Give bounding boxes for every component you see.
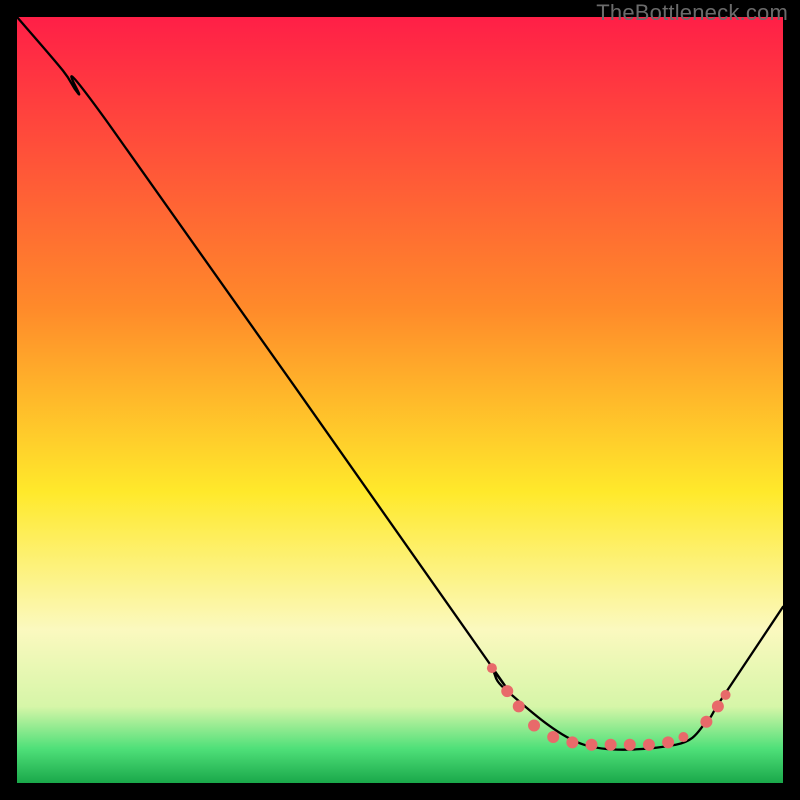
marker-point bbox=[566, 736, 578, 748]
curve-layer bbox=[17, 17, 783, 783]
chart-stage: TheBottleneck.com bbox=[0, 0, 800, 800]
marker-point bbox=[721, 690, 731, 700]
marker-point bbox=[678, 732, 688, 742]
marker-point bbox=[662, 736, 674, 748]
marker-point bbox=[528, 720, 540, 732]
marker-point bbox=[624, 739, 636, 751]
marker-point bbox=[547, 731, 559, 743]
marker-point bbox=[487, 663, 497, 673]
watermark-text: TheBottleneck.com bbox=[596, 0, 788, 26]
marker-point bbox=[712, 700, 724, 712]
marker-point bbox=[513, 700, 525, 712]
marker-point bbox=[501, 685, 513, 697]
marker-point bbox=[605, 739, 617, 751]
bottleneck-curve bbox=[17, 17, 783, 750]
marker-point bbox=[586, 739, 598, 751]
marker-point bbox=[643, 739, 655, 751]
marker-point bbox=[700, 716, 712, 728]
plot-area bbox=[17, 17, 783, 783]
